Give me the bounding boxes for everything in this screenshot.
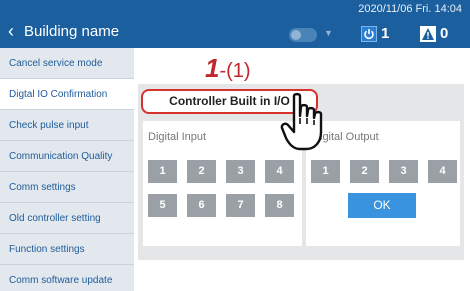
sidebar-item-cancel-service-mode[interactable]: Cancel service mode bbox=[0, 48, 134, 79]
power-count: 1 bbox=[381, 25, 390, 42]
digital-output-button-3[interactable]: 3 bbox=[389, 160, 418, 183]
building-name: Building name bbox=[24, 22, 120, 40]
digital-input-button-7[interactable]: 7 bbox=[226, 194, 255, 217]
sidebar-item-function-settings[interactable]: Function settings bbox=[0, 234, 134, 265]
step-suffix: -(1) bbox=[219, 60, 251, 82]
pointing-hand-icon bbox=[280, 92, 323, 151]
datetime: 2020/11/06 Fri. 14:04 bbox=[358, 3, 462, 15]
digital-output-button-2[interactable]: 2 bbox=[350, 160, 379, 183]
digital-input-button-2[interactable]: 2 bbox=[187, 160, 216, 183]
digital-output-button-4[interactable]: 4 bbox=[428, 160, 457, 183]
sidebar-item-digital-io-confirmation[interactable]: Digtal IO Confirmation bbox=[0, 79, 134, 110]
sidebar-item-old-controller-setting[interactable]: Old controller setting bbox=[0, 203, 134, 234]
chevron-left-icon: ‹ bbox=[8, 21, 14, 41]
sidebar-item-comm-settings[interactable]: Comm settings bbox=[0, 172, 134, 203]
digital-output-label: igital Output bbox=[320, 131, 379, 143]
caret-down-icon[interactable]: ▼ bbox=[324, 28, 333, 38]
sidebar: Cancel service mode Digtal IO Confirmati… bbox=[0, 48, 134, 291]
sidebar-item-communication-quality[interactable]: Communication Quality bbox=[0, 141, 134, 172]
warning-count: 0 bbox=[440, 25, 449, 42]
digital-input-button-4[interactable]: 4 bbox=[265, 160, 294, 183]
toggle-switch[interactable] bbox=[289, 28, 317, 42]
digital-output-button-1[interactable]: 1 bbox=[311, 160, 340, 183]
digital-input-button-1[interactable]: 1 bbox=[148, 160, 177, 183]
digital-input-button-6[interactable]: 6 bbox=[187, 194, 216, 217]
digital-input-label: Digital Input bbox=[148, 131, 207, 143]
step-annotation: 1-(1) bbox=[205, 53, 251, 84]
back-button[interactable]: ‹ Building name bbox=[8, 22, 119, 40]
sidebar-item-check-pulse-input[interactable]: Check pulse input bbox=[0, 110, 134, 141]
warning-icon[interactable] bbox=[420, 26, 436, 42]
power-icon[interactable] bbox=[361, 26, 377, 42]
digital-input-button-5[interactable]: 5 bbox=[148, 194, 177, 217]
digital-input-button-3[interactable]: 3 bbox=[226, 160, 255, 183]
digital-input-button-8[interactable]: 8 bbox=[265, 194, 294, 217]
title-bar: ‹ Building name 2020/11/06 Fri. 14:04 ▼ … bbox=[0, 0, 470, 48]
step-number: 1 bbox=[205, 53, 220, 83]
sidebar-item-comm-software-update[interactable]: Comm software update bbox=[0, 265, 134, 291]
ok-button[interactable]: OK bbox=[348, 193, 416, 218]
